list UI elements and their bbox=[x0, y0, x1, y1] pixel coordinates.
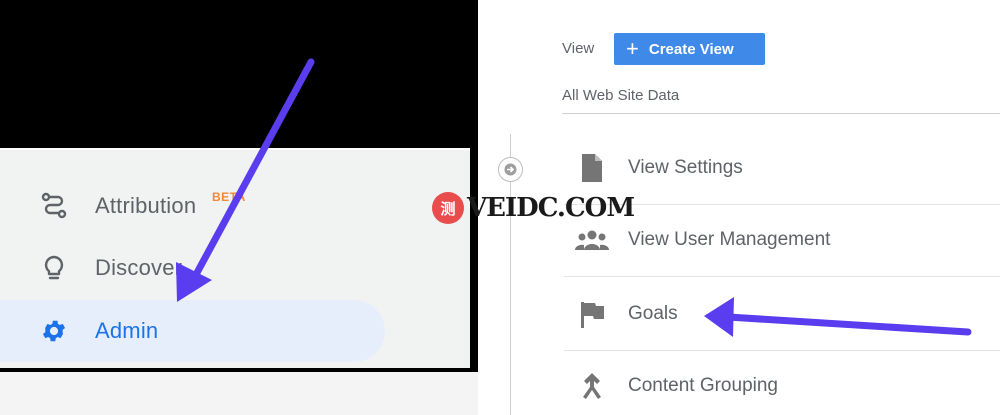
gear-icon bbox=[38, 315, 70, 347]
nav-label-admin: Admin bbox=[95, 318, 159, 343]
watermark-logo-icon: 测 bbox=[432, 192, 464, 224]
menu-label-content-grouping: Content Grouping bbox=[628, 375, 778, 396]
view-column-label: View bbox=[562, 40, 595, 57]
document-icon bbox=[574, 150, 610, 186]
nav-item-attribution[interactable]: Attribution bbox=[0, 176, 390, 236]
menu-label-view-settings: View Settings bbox=[628, 157, 743, 178]
black-backdrop-right bbox=[470, 148, 478, 372]
watermark: 测 VEIDC.COM bbox=[432, 190, 635, 226]
menu-item-content-grouping[interactable]: Content Grouping bbox=[564, 350, 1000, 415]
black-backdrop-top bbox=[0, 0, 478, 148]
row-divider bbox=[564, 276, 1000, 277]
menu-label-goals: Goals bbox=[628, 303, 678, 324]
arrow-right-icon bbox=[504, 163, 517, 176]
nav-label-discover: Discover bbox=[95, 255, 183, 280]
collapse-toggle[interactable] bbox=[498, 157, 523, 182]
side-nav-lower-area bbox=[0, 372, 478, 415]
view-selector-underline bbox=[562, 113, 1000, 114]
view-selector[interactable]: All Web Site Data bbox=[562, 87, 679, 104]
users-icon bbox=[574, 222, 610, 258]
nav-item-admin[interactable]: Admin bbox=[0, 300, 385, 362]
left-panel: Attribution BETA Discover Admin bbox=[0, 0, 478, 415]
beta-badge: BETA bbox=[212, 190, 246, 204]
watermark-text: VEIDC.COM bbox=[467, 193, 635, 223]
nav-label-attribution: Attribution bbox=[95, 193, 197, 218]
create-view-label: Create View bbox=[648, 40, 734, 58]
flag-icon bbox=[574, 296, 610, 332]
plus-icon: + bbox=[626, 36, 639, 61]
create-view-button[interactable]: + Create View bbox=[614, 33, 765, 65]
attribution-icon bbox=[38, 190, 70, 222]
nav-item-discover[interactable]: Discover bbox=[0, 238, 390, 298]
content-grouping-icon bbox=[574, 368, 610, 404]
lightbulb-icon bbox=[38, 252, 70, 284]
menu-item-goals[interactable]: Goals bbox=[564, 278, 1000, 350]
menu-label-view-user-management: View User Management bbox=[628, 229, 831, 250]
